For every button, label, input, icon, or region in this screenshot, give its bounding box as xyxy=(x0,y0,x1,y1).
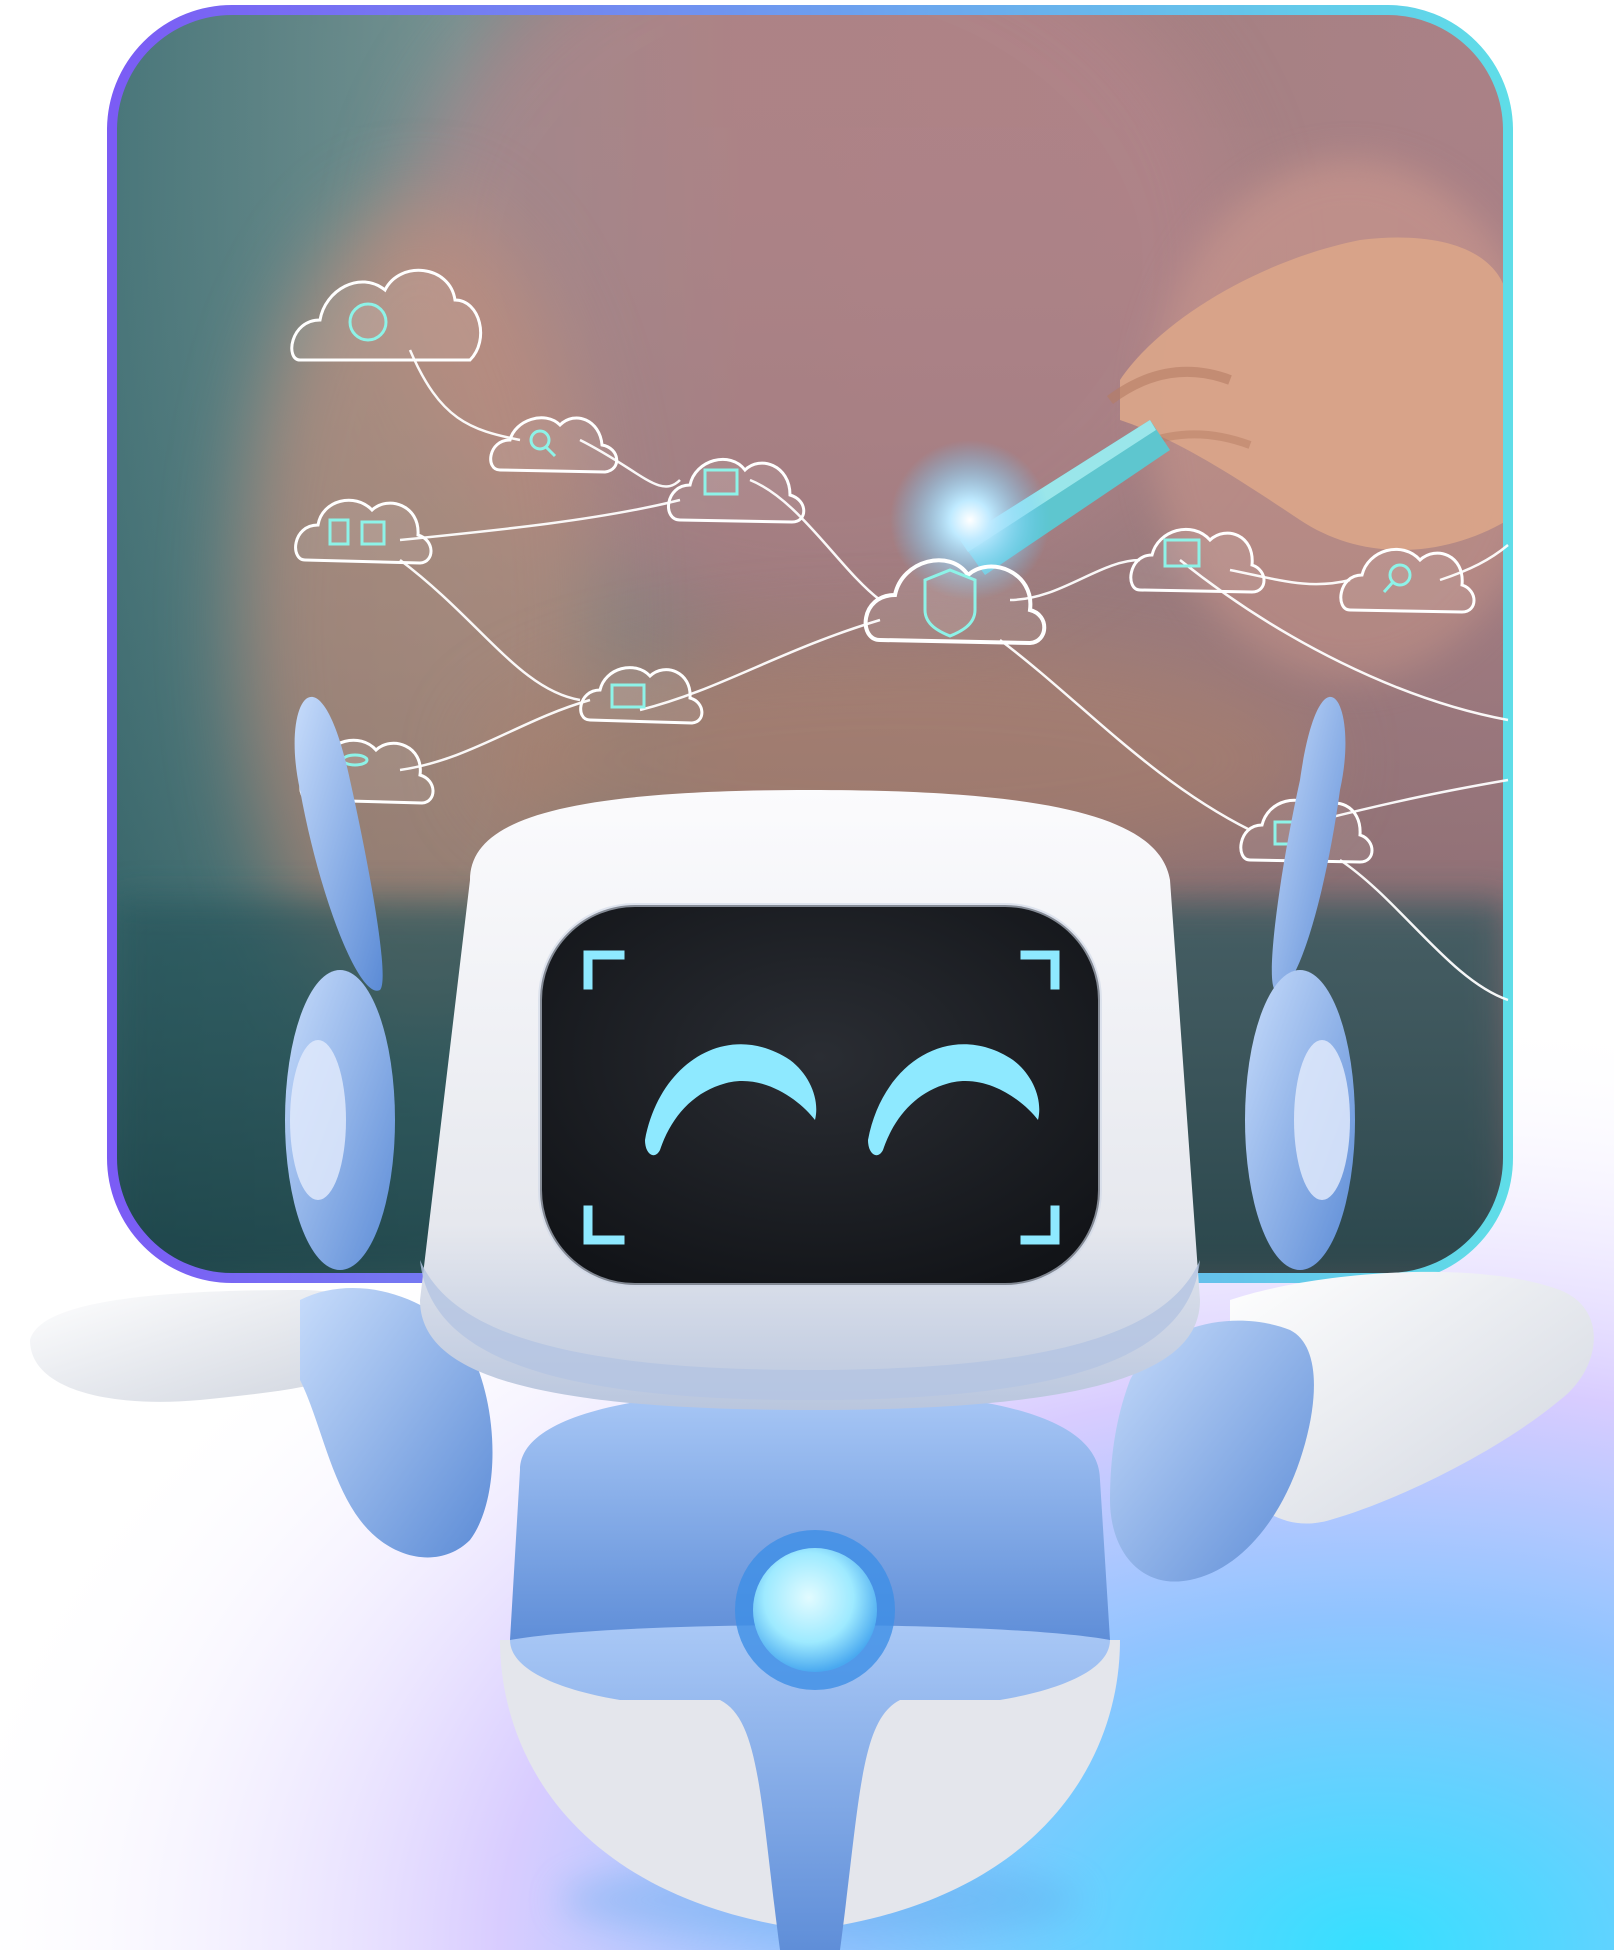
scene-illustration xyxy=(0,0,1614,1950)
robot-screen xyxy=(538,903,1102,1287)
